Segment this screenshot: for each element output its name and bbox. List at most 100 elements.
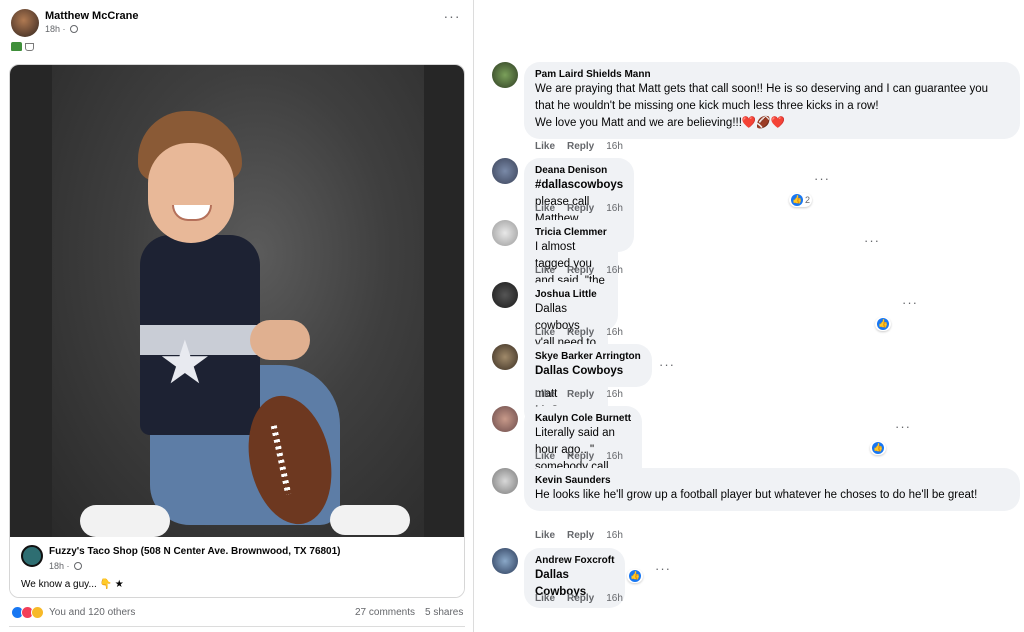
reply-button[interactable]: Reply [567,593,594,604]
commenter-avatar[interactable] [492,406,518,432]
shared-post-time[interactable]: 18h · [49,561,70,571]
shares-count[interactable]: 5 shares [425,607,463,618]
comment-time[interactable]: 16h [606,265,623,276]
like-button[interactable]: Like [535,203,555,214]
like-button[interactable]: Like [535,265,555,276]
comment-more-button[interactable]: ··· [814,172,830,185]
commenter-avatar[interactable] [492,220,518,246]
post-emoji-text [11,42,34,51]
commenter-avatar[interactable] [492,344,518,370]
globe-icon [73,562,82,570]
commenter-avatar[interactable] [492,158,518,184]
like-button[interactable]: Like [535,451,555,462]
reactions-summary[interactable]: You and 120 others [11,606,135,619]
comment-actions: Like Reply 16h [535,530,623,541]
comment-author[interactable]: Skye Barker Arrington [535,350,641,363]
comment-actions: Like Reply 16h [535,389,623,400]
comment-text: Dallas Cowboys [535,365,624,377]
post-card: Matthew McCrane 18h · ··· ★ Fuzzy's Taco… [0,0,474,632]
commenter-avatar[interactable] [492,282,518,308]
shared-post-text: We know a guy... 👇 ★ [21,579,124,590]
reactions-text[interactable]: You and 120 others [49,607,135,618]
shared-page-name[interactable]: Fuzzy's Taco Shop (508 N Center Ave. Bro… [49,546,341,557]
comment-bubble: Kevin Saunders He looks like he'll grow … [524,468,1020,511]
comment-author[interactable]: Andrew Foxcroft [535,554,614,567]
page-avatar[interactable] [21,545,43,567]
hashtag-link[interactable]: #dallascowboys [535,179,623,191]
comment-time[interactable]: 16h [606,389,623,400]
comment-time[interactable]: 16h [606,203,623,214]
shared-post-footer: Fuzzy's Taco Shop (508 N Center Ave. Bro… [10,537,464,597]
comment-time[interactable]: 16h [606,141,623,152]
like-button[interactable]: Like [535,530,555,541]
comment-author[interactable]: Kevin Saunders [535,474,1009,487]
like-button[interactable]: Like [535,141,555,152]
commenter-avatar[interactable] [492,62,518,88]
comment-actions: Like Reply 16h [535,203,623,214]
reply-button[interactable]: Reply [567,389,594,400]
shared-post-card[interactable]: ★ Fuzzy's Taco Shop (508 N Center Ave. B… [9,64,465,598]
reply-button[interactable]: Reply [567,451,594,462]
comment-actions: Like Reply 16h [535,265,623,276]
comment-more-button[interactable]: ··· [864,234,880,247]
shared-post-meta: 18h · [49,561,82,571]
comments-panel: Pam Laird Shields Mann We are praying th… [475,0,1024,632]
like-button[interactable]: Like [535,327,555,338]
post-photo[interactable]: ★ [10,65,464,537]
reply-button[interactable]: Reply [567,141,594,152]
comment-actions: Like Reply 16h [535,141,623,152]
author-avatar[interactable] [11,9,39,37]
cup-icon [25,42,34,51]
comment-actions: Like Reply 16h [535,593,623,604]
comment-text: He looks like he'll grow up a football p… [535,489,978,501]
reply-button[interactable]: Reply [567,327,594,338]
comment-author[interactable]: Tricia Clemmer [535,226,607,239]
like-reaction-icon: 👍 [877,318,889,330]
post-meta: 18h · [45,24,78,34]
comment-author[interactable]: Deana Denison [535,164,623,177]
post-more-options-button[interactable]: ··· [441,9,463,27]
comment-more-button[interactable]: ··· [902,296,918,309]
comment-reaction-badge[interactable]: 👍 2 [789,193,813,207]
comment-more-button[interactable]: ··· [655,562,671,575]
photo-shoe-left [80,505,170,537]
like-reaction-icon: 👍 [791,194,803,206]
comment-author[interactable]: Joshua Little [535,288,597,301]
post-author-name[interactable]: Matthew McCrane [45,10,139,22]
comment-more-button[interactable]: ··· [895,420,911,433]
comment-bubble: Skye Barker Arrington Dallas Cowboys [524,344,652,387]
photo-star: ★ [158,329,212,396]
comment-time[interactable]: 16h [606,327,623,338]
reply-button[interactable]: Reply [567,530,594,541]
haha-reaction-icon [31,606,44,619]
comment-time[interactable]: 16h [606,530,623,541]
like-reaction-icon: 👍 [629,570,641,582]
photo-shoe-right [330,505,410,535]
commenter-avatar[interactable] [492,548,518,574]
comment-reaction-badge[interactable]: 👍 [875,317,891,331]
comment-reaction-badge[interactable]: 👍 [870,441,886,455]
comment-actions: Like Reply 16h [535,451,623,462]
post-time[interactable]: 18h · [45,24,66,34]
reaction-count: 2 [805,195,811,205]
like-button[interactable]: Like [535,389,555,400]
comment-time[interactable]: 16h [606,451,623,462]
reply-button[interactable]: Reply [567,265,594,276]
like-button[interactable]: Like [535,593,555,604]
comment-more-button[interactable]: ··· [659,358,675,371]
comment-author[interactable]: Kaulyn Cole Burnett [535,412,631,425]
commenter-avatar[interactable] [492,468,518,494]
comment-text: We are praying that Matt gets that call … [535,83,989,129]
comment-actions: Like Reply 16h [535,327,623,338]
divider [9,626,465,627]
photo-hand [250,320,310,360]
reply-button[interactable]: Reply [567,203,594,214]
comments-count[interactable]: 27 comments [355,607,415,618]
comment-time[interactable]: 16h [606,593,623,604]
car-icon [11,42,22,51]
like-reaction-icon: 👍 [872,442,884,454]
comment-author[interactable]: Pam Laird Shields Mann [535,68,1009,81]
comment-reaction-badge[interactable]: 👍 [627,569,643,583]
photo-face [148,143,234,243]
globe-icon [69,25,78,33]
